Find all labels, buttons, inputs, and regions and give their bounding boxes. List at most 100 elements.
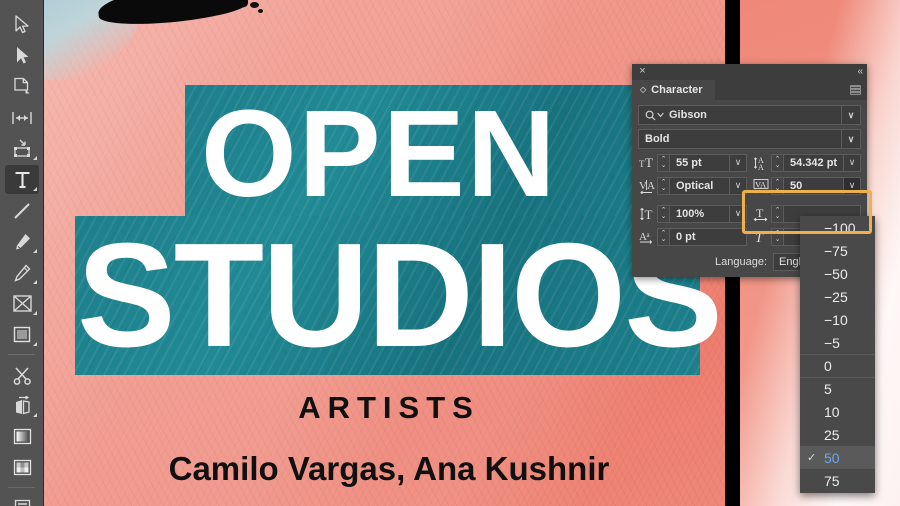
direct-selection-tool[interactable] bbox=[0, 40, 44, 71]
character-rotation-stepper[interactable]: ⌃ ⌄ bbox=[771, 227, 784, 246]
subhead-artists[interactable]: ARTISTS bbox=[44, 390, 734, 426]
svg-text:T: T bbox=[645, 155, 653, 170]
tracking-option-label: 75 bbox=[824, 472, 840, 489]
vertical-scale-dropdown-arrow[interactable]: ∨ bbox=[730, 204, 747, 223]
scissors-tool[interactable] bbox=[0, 359, 44, 390]
tracking-option[interactable]: 5 bbox=[800, 377, 875, 400]
pen-tool[interactable] bbox=[0, 226, 44, 257]
width-tool[interactable] bbox=[0, 102, 44, 133]
font-size-input[interactable]: 55 pt bbox=[670, 153, 730, 172]
baseline-shift-control[interactable]: A a ⌃ ⌄ 0 pt bbox=[638, 227, 747, 246]
artist-names-text[interactable]: Camilo Vargas, Ana Kushnir bbox=[44, 450, 734, 488]
area-type-tool[interactable] bbox=[0, 492, 44, 506]
tracking-option[interactable]: ✓ 50 bbox=[800, 446, 875, 469]
kerning-control[interactable]: V A ⌃ ⌄ Optical ∨ bbox=[638, 176, 747, 195]
selection-tool[interactable] bbox=[0, 9, 44, 40]
scissors-icon bbox=[13, 366, 31, 385]
tracking-dropdown-arrow[interactable]: ∨ bbox=[844, 176, 861, 195]
tracking-option-label: 0 bbox=[824, 358, 832, 374]
font-family-combo[interactable]: Gibson ∨ bbox=[638, 105, 861, 125]
pencil-tool[interactable] bbox=[0, 257, 44, 288]
search-icon[interactable] bbox=[645, 110, 664, 121]
font-size-stepper[interactable]: ⌃ ⌄ bbox=[657, 153, 670, 172]
font-size-dropdown-arrow[interactable]: ∨ bbox=[730, 153, 747, 172]
leading-dropdown-arrow[interactable]: ∨ bbox=[844, 153, 861, 172]
vertical-scale-control[interactable]: T ⌃ ⌄ 100% ∨ bbox=[638, 204, 747, 223]
tracking-option-label: −5 bbox=[824, 334, 840, 351]
leading-control[interactable]: A A ⌃ ⌄ 54.342 pt ∨ bbox=[752, 153, 861, 172]
tracking-icon: VA bbox=[752, 176, 771, 195]
tool-group-corner bbox=[33, 249, 37, 253]
tracking-option[interactable]: −100 bbox=[800, 216, 875, 239]
baseline-shift-stepper[interactable]: ⌃ ⌄ bbox=[657, 227, 670, 246]
tracking-option[interactable]: −10 bbox=[800, 308, 875, 331]
tracking-option[interactable]: −25 bbox=[800, 285, 875, 308]
mesh-tool[interactable] bbox=[0, 452, 44, 483]
gradient-tool[interactable] bbox=[0, 421, 44, 452]
type-tool[interactable] bbox=[0, 164, 44, 195]
pencil-icon bbox=[14, 263, 31, 282]
headline-open[interactable]: OPEN bbox=[201, 93, 558, 216]
baseline-shift-input[interactable]: 0 pt bbox=[670, 227, 747, 246]
tracking-option-label: 10 bbox=[824, 403, 840, 420]
collapse-panel-icon[interactable]: « bbox=[857, 66, 862, 77]
tool-group-corner bbox=[33, 413, 37, 417]
tracking-option-label: −10 bbox=[824, 311, 848, 328]
tracking-stepper[interactable]: ⌃ ⌄ bbox=[771, 176, 784, 195]
svg-text:VA: VA bbox=[755, 179, 767, 189]
line-diagonal-icon bbox=[14, 202, 30, 219]
vertical-scale-input[interactable]: 100% bbox=[670, 204, 730, 223]
metrics-left-column: T T ⌃ ⌄ 55 pt ∨ V A ⌃ ⌄ Optical ∨ T ⌃ ⌄ … bbox=[638, 153, 747, 250]
artboard-page-icon bbox=[14, 77, 30, 94]
horizontal-scale-icon: T bbox=[752, 204, 771, 223]
tracking-option[interactable]: 75 bbox=[800, 469, 875, 492]
kerning-icon: V A bbox=[638, 176, 657, 195]
free-transform-tool[interactable] bbox=[0, 133, 44, 164]
language-label: Language: bbox=[715, 256, 767, 268]
check-icon: ✓ bbox=[807, 452, 817, 464]
artboard-tool[interactable] bbox=[0, 71, 44, 102]
tracking-dropdown-list[interactable]: −100 −75 −50 −25 −10 −5 0 5 10 25 ✓ 50 75 bbox=[800, 216, 875, 493]
tracking-option[interactable]: 25 bbox=[800, 423, 875, 446]
area-type-icon bbox=[14, 499, 30, 506]
perspective-tool[interactable] bbox=[0, 390, 44, 421]
chevron-down-icon bbox=[657, 112, 664, 118]
font-size-control[interactable]: T T ⌃ ⌄ 55 pt ∨ bbox=[638, 153, 747, 172]
leading-icon: A A bbox=[752, 153, 771, 172]
tracking-input[interactable]: 50 bbox=[784, 176, 844, 195]
horizontal-scale-stepper[interactable]: ⌃ ⌄ bbox=[771, 204, 784, 223]
tab-character[interactable]: ◇ Character bbox=[632, 80, 715, 100]
panel-titlebar[interactable]: × « bbox=[632, 64, 867, 80]
rectangle-tool[interactable] bbox=[0, 319, 44, 350]
tracking-option[interactable]: −75 bbox=[800, 239, 875, 262]
close-icon[interactable]: × bbox=[637, 66, 648, 77]
toolbar-divider-2 bbox=[8, 487, 35, 488]
font-style-dropdown-arrow[interactable]: ∨ bbox=[841, 130, 860, 148]
tools-panel[interactable] bbox=[0, 0, 44, 506]
kerning-stepper[interactable]: ⌃ ⌄ bbox=[657, 176, 670, 195]
kerning-dropdown-arrow[interactable]: ∨ bbox=[730, 176, 747, 195]
font-style-row: Bold ∨ bbox=[638, 129, 861, 149]
baseline-shift-icon: A a bbox=[638, 227, 657, 246]
gradient-swatch-icon bbox=[13, 428, 31, 445]
font-family-dropdown-arrow[interactable]: ∨ bbox=[841, 106, 860, 124]
leading-stepper[interactable]: ⌃ ⌄ bbox=[771, 153, 784, 172]
kerning-input[interactable]: Optical bbox=[670, 176, 730, 195]
line-segment-tool[interactable] bbox=[0, 195, 44, 226]
tracking-option[interactable]: 10 bbox=[800, 400, 875, 423]
panel-tabbar[interactable]: ◇ Character bbox=[632, 80, 867, 100]
leading-input[interactable]: 54.342 pt bbox=[784, 153, 844, 172]
panel-menu-icon[interactable] bbox=[850, 85, 861, 95]
tracking-option[interactable]: −50 bbox=[800, 262, 875, 285]
font-style-combo[interactable]: Bold ∨ bbox=[638, 129, 861, 149]
svg-text:T: T bbox=[756, 206, 764, 220]
shape-builder-tool[interactable] bbox=[0, 288, 44, 319]
tracking-option[interactable]: −5 bbox=[800, 331, 875, 354]
tracking-control[interactable]: VA ⌃ ⌄ 50 ∨ bbox=[752, 176, 861, 195]
vertical-scale-stepper[interactable]: ⌃ ⌄ bbox=[657, 204, 670, 223]
tracking-option-label: −75 bbox=[824, 242, 848, 259]
panel-title: Character bbox=[651, 84, 703, 96]
black-paint-droplet-2 bbox=[258, 9, 263, 13]
headline-studios[interactable]: STUDIOS bbox=[77, 222, 723, 370]
tracking-option[interactable]: 0 bbox=[800, 354, 875, 377]
